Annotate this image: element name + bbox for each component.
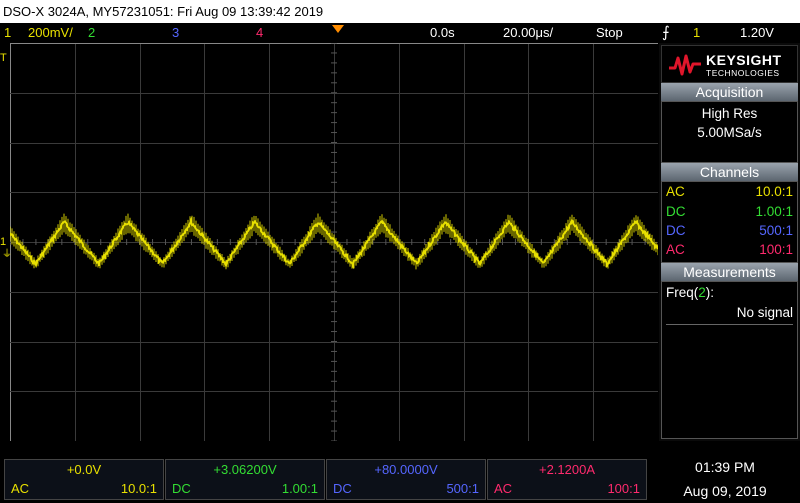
channel-3-coupling: DC [666, 223, 686, 238]
channel-4-probe: 100:1 [759, 242, 793, 257]
channel-1-coupling: AC [666, 184, 685, 199]
clock-date: Aug 09, 2019 [683, 483, 767, 499]
ch1-number[interactable]: 1 [4, 23, 11, 42]
ch2-number[interactable]: 2 [88, 23, 95, 42]
ch3-probe: 500:1 [446, 481, 479, 496]
trigger-level[interactable]: 1.20V [740, 23, 774, 42]
measurement-label: Freq(2): [666, 285, 714, 300]
ch4-offset: +2.1200A [538, 462, 596, 477]
keysight-wave-icon [669, 54, 701, 76]
channel-2-probe: 1.00:1 [755, 204, 793, 219]
ch3-number[interactable]: 3 [172, 23, 179, 42]
ch3-info-box[interactable]: +80.0000V DC 500:1 [326, 459, 486, 500]
ch4-info-box[interactable]: +2.1200A AC 100:1 [487, 459, 647, 500]
ch4-probe: 100:1 [607, 481, 640, 496]
measurement-divider [666, 324, 793, 325]
ch2-coupling: DC [172, 481, 191, 496]
side-panel: KEYSIGHT TECHNOLOGIES Acquisition High R… [659, 43, 800, 441]
clock-time: 01:39 PM [695, 459, 755, 475]
brand-sub: TECHNOLOGIES [706, 68, 780, 78]
time-scale[interactable]: 20.00μs/ [503, 23, 553, 42]
channel-4-coupling: AC [666, 242, 685, 257]
ch4-number[interactable]: 4 [256, 23, 263, 42]
ground-icon: ⏚ [2, 249, 12, 260]
ch4-coupling: AC [494, 481, 513, 496]
time-offset[interactable]: 0.0s [430, 23, 455, 42]
measurement-label-suffix: ): [705, 285, 715, 300]
run-state[interactable]: Stop [596, 23, 623, 42]
channel-info-bar: +0.0V AC 10.0:1 +3.06200V DC 1.00:1 +80.… [0, 441, 800, 503]
ch1-coupling: AC [11, 481, 30, 496]
channel-3-probe: 500:1 [759, 223, 793, 238]
ch3-offset: +80.0000V [374, 462, 438, 477]
channel-2-coupling: DC [666, 204, 686, 219]
acquisition-mode: High Res [701, 106, 758, 121]
ch1-probe: 10.0:1 [120, 481, 157, 496]
acquisition-rate: 5.00MSa/s [697, 125, 762, 140]
measurement-value: No signal [736, 305, 793, 320]
window-title: DSO-X 3024A, MY57231051: Fri Aug 09 13:3… [0, 0, 800, 23]
ch1-offset: +0.0V [66, 462, 102, 477]
ch3-coupling: DC [333, 481, 352, 496]
trigger-level-marker[interactable]: T [0, 52, 7, 64]
status-bar: 1 200mV/ 2 3 4 0.0s 20.00μs/ Stop ⨍ 1 1.… [0, 23, 800, 42]
acquisition-header[interactable]: Acquisition [661, 83, 798, 101]
ch1-info-box[interactable]: +0.0V AC 10.0:1 [4, 459, 164, 500]
measurements-body: Freq(2): No signal [661, 281, 798, 439]
ch2-probe: 1.00:1 [281, 481, 318, 496]
measurements-header[interactable]: Measurements [661, 263, 798, 281]
ch1-scale[interactable]: 200mV/ [28, 23, 73, 42]
ch2-info-box[interactable]: +3.06200V DC 1.00:1 [165, 459, 325, 500]
channels-header[interactable]: Channels [661, 163, 798, 181]
ch2-offset: +3.06200V [213, 462, 277, 477]
measurement-label-prefix: Freq( [666, 285, 699, 300]
channels-body: AC 10.0:1 DC 1.00:1 DC 500:1 AC 100:1 [661, 181, 798, 263]
brand-name: KEYSIGHT [706, 52, 782, 68]
waveform-display[interactable] [10, 43, 658, 441]
channel-1-probe: 10.0:1 [755, 184, 793, 199]
trigger-position-icon [332, 25, 344, 33]
keysight-logo: KEYSIGHT TECHNOLOGIES [661, 45, 798, 83]
trigger-edge-icon: ⨍ [662, 24, 670, 41]
trigger-channel[interactable]: 1 [693, 23, 700, 42]
acquisition-body: High Res 5.00MSa/s [661, 101, 798, 163]
measurement-channel: 2 [698, 285, 706, 300]
